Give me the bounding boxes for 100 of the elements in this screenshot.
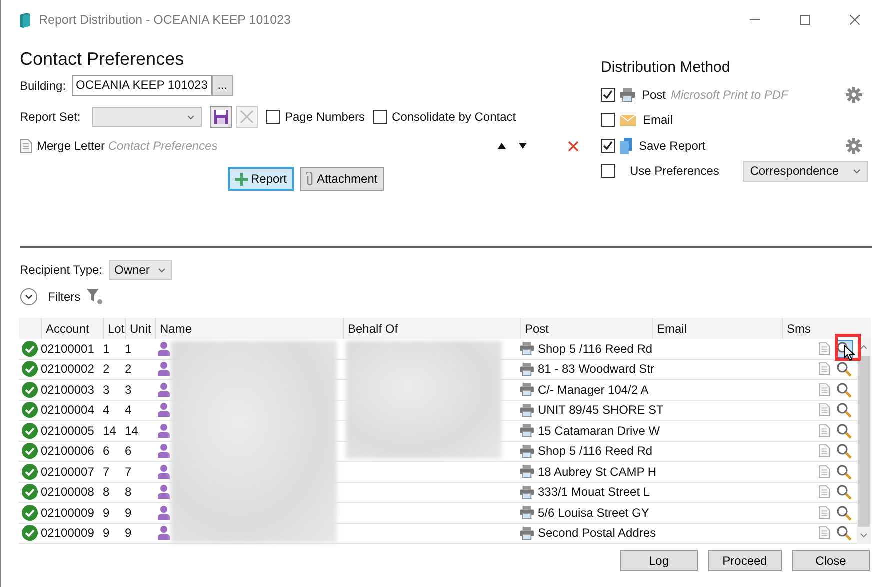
add-report-button[interactable]: Report <box>228 167 294 191</box>
column-header[interactable]: Name <box>155 318 343 339</box>
method-label: Post Microsoft Print to PDF <box>642 88 788 102</box>
document-icon <box>20 139 32 153</box>
printer-icon <box>520 506 534 520</box>
table-cell-text: 02100009 <box>41 526 96 540</box>
table-cell-text: 02100007 <box>41 464 96 479</box>
checkbox[interactable] <box>601 88 615 102</box>
scroll-down-icon[interactable] <box>860 533 868 538</box>
browse-button[interactable]: ... <box>212 75 234 96</box>
expand-icon[interactable] <box>20 288 38 306</box>
table-cell-text: 9 <box>103 526 111 540</box>
check-circle-icon <box>22 382 38 398</box>
check-circle-icon <box>22 402 38 418</box>
scroll-up-icon[interactable] <box>860 345 868 350</box>
scrollbar[interactable] <box>857 339 871 544</box>
table-cell-text: 3 <box>103 382 111 397</box>
window-title: Report Distribution - OCEANIA KEEP 101023 <box>39 13 291 27</box>
printer-icon <box>620 88 635 102</box>
table-cell-text: 2 <box>125 362 133 376</box>
building-field[interactable]: OCEANIA KEEP 101023 <box>72 75 212 96</box>
table-cell-text: 02100006 <box>41 444 96 458</box>
table-cell-text: 02100001 <box>41 342 96 356</box>
checkbox[interactable] <box>601 113 615 128</box>
table-cell-text: 14 <box>103 424 118 438</box>
report-item[interactable]: Merge Letter Contact Preferences <box>37 139 218 153</box>
app-icon <box>19 12 31 28</box>
method-label: Email <box>643 113 674 128</box>
printer-icon <box>520 362 534 376</box>
person-icon <box>158 424 170 438</box>
column-header[interactable]: Unit <box>125 318 155 339</box>
settings-icon[interactable] <box>846 86 862 103</box>
check-circle-icon <box>22 525 38 542</box>
remove-icon[interactable] <box>568 140 579 152</box>
move-down-icon[interactable] <box>519 143 527 149</box>
table-cell-text: 02100009 <box>41 506 96 520</box>
filter-settings-icon[interactable] <box>86 289 103 305</box>
checkbox[interactable] <box>601 138 615 153</box>
plus-icon <box>235 172 248 186</box>
table-cell-text: 6 <box>125 444 133 458</box>
stacked-pages-icon <box>620 138 632 154</box>
check-circle-icon <box>22 361 38 378</box>
checkbox-label: Consolidate by Contact <box>392 110 516 124</box>
printer-icon <box>520 404 534 417</box>
column-header[interactable]: Post <box>520 318 652 339</box>
table-cell-text: 02100003 <box>41 382 96 397</box>
table-cell: 333/1 Mouat Street L <box>538 485 650 500</box>
dialog-button[interactable]: Close <box>792 550 870 571</box>
move-up-icon[interactable] <box>498 143 506 149</box>
table-cell: Shop 5 /116 Reed Rd <box>538 444 653 458</box>
method-label: Save Report <box>639 138 706 153</box>
table-cell: Second Postal Addres <box>538 526 656 540</box>
printer-icon <box>520 486 534 499</box>
table-cell-text: 7 <box>103 464 111 479</box>
check-circle-icon <box>22 443 38 460</box>
table-cell-text: 8 <box>125 485 133 500</box>
preferences-dropdown[interactable]: Correspondence <box>743 160 868 182</box>
printer-icon <box>520 424 534 438</box>
column-header[interactable]: Sms <box>782 318 814 339</box>
table-cell-text: 4 <box>103 403 111 418</box>
table-cell: 81 - 83 Woodward Str <box>538 362 655 376</box>
table-cell-text: 7 <box>125 464 133 479</box>
column-header[interactable]: Behalf Of <box>343 318 520 339</box>
column-header[interactable]: Lot <box>103 318 125 339</box>
recipient-type-dropdown[interactable]: Owner <box>108 260 172 280</box>
checkbox[interactable] <box>601 164 615 178</box>
attachment-button[interactable]: Attachment <box>300 167 384 191</box>
column-header[interactable]: Email <box>652 318 782 339</box>
checkbox[interactable] <box>266 110 280 124</box>
save-icon[interactable] <box>210 106 232 128</box>
table-cell-text: 2 <box>103 362 111 376</box>
checkbox[interactable] <box>373 110 388 124</box>
person-icon <box>158 444 170 458</box>
person-icon <box>158 526 170 540</box>
section-heading: Distribution Method <box>601 59 732 76</box>
person-icon <box>158 485 170 500</box>
table-cell-text: 14 <box>125 424 140 438</box>
mouse-cursor-icon <box>844 345 855 361</box>
person-icon <box>158 362 170 376</box>
maximize-icon[interactable] <box>800 15 810 25</box>
table-cell-text: 02100004 <box>41 403 96 418</box>
printer-icon <box>520 465 534 478</box>
report-set-label: Report Set: <box>20 110 82 124</box>
checkbox-label: Page Numbers <box>285 110 366 124</box>
check-circle-icon <box>22 504 38 521</box>
table-cell: UNIT 89/45 SHORE ST <box>538 403 664 418</box>
table-cell-text: 4 <box>125 403 133 418</box>
column-header[interactable]: Account <box>41 318 103 339</box>
settings-icon[interactable] <box>846 138 862 154</box>
close-icon[interactable] <box>850 15 860 25</box>
table-cell-text: 8 <box>103 485 111 500</box>
table-cell-text: 3 <box>125 382 133 397</box>
table-cell-text: 6 <box>103 444 111 458</box>
person-icon <box>158 342 170 356</box>
table-cell: 18 Aubrey St CAMP H <box>538 464 656 479</box>
dialog-button[interactable]: Proceed <box>708 550 782 571</box>
printer-icon <box>520 444 534 458</box>
person-icon <box>158 382 170 397</box>
dialog-button[interactable]: Log <box>620 550 698 571</box>
person-icon <box>158 403 170 418</box>
